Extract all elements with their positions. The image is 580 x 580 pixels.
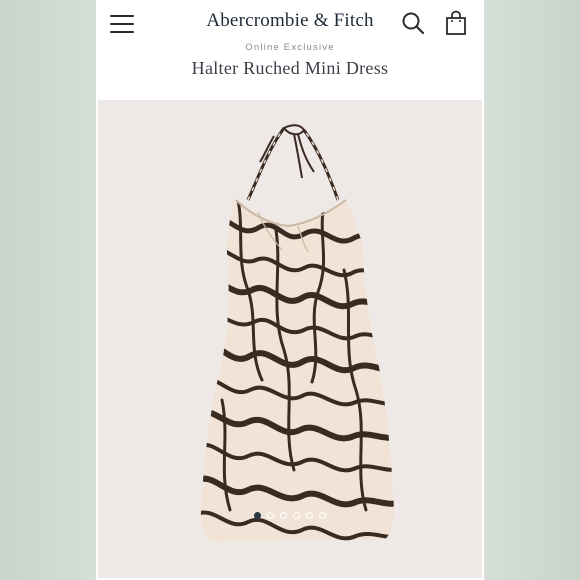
image-dot-1[interactable]: [254, 512, 261, 519]
online-exclusive-label: Online Exclusive: [245, 42, 335, 53]
background-right: [484, 0, 580, 580]
shopping-bag-icon[interactable]: [444, 10, 468, 36]
dress-product-image: [200, 124, 394, 542]
image-dot-2[interactable]: [267, 512, 274, 519]
product-image-gallery[interactable]: [98, 100, 482, 578]
top-nav: Abercrombie & Fitch: [96, 0, 484, 46]
product-title: Halter Ruched Mini Dress: [191, 58, 389, 78]
brand-logo[interactable]: Abercrombie & Fitch: [96, 10, 484, 32]
image-dot-5[interactable]: [306, 512, 313, 519]
image-dot-4[interactable]: [293, 512, 300, 519]
search-icon[interactable]: [401, 11, 425, 35]
image-pagination: [98, 512, 482, 519]
background-left: [0, 0, 96, 580]
image-dot-6[interactable]: [319, 512, 326, 519]
image-dot-3[interactable]: [280, 512, 287, 519]
app-screen: Abercrombie & Fitch Online Exclusive Hal…: [96, 0, 484, 580]
